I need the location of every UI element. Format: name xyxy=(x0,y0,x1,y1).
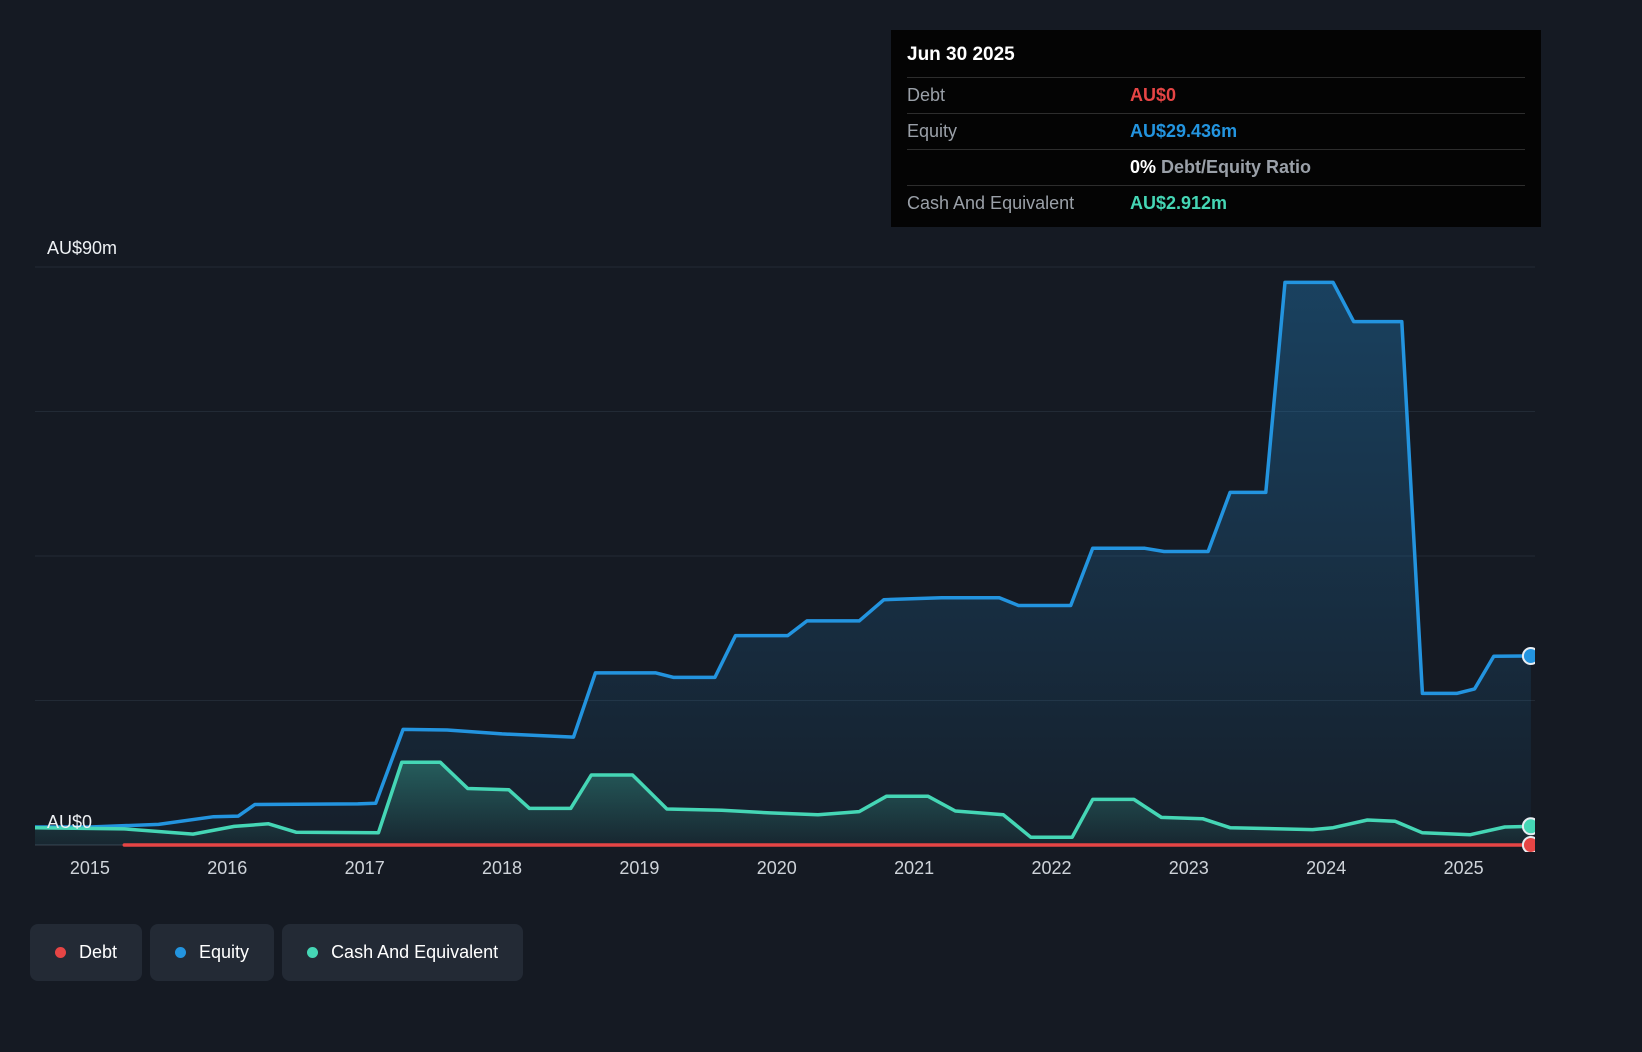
x-axis-tick-2022: 2022 xyxy=(1031,858,1072,878)
x-axis-tick-2024: 2024 xyxy=(1306,858,1347,878)
legend-item-equity[interactable]: Equity xyxy=(150,924,275,981)
tooltip-ratio-value: 0% xyxy=(1130,157,1157,177)
tooltip-ratio-label: Debt/Equity Ratio xyxy=(1161,157,1312,177)
x-axis-tick-2023: 2023 xyxy=(1168,858,1209,878)
tooltip-cash-value: AU$2.912m xyxy=(1130,193,1228,213)
equity-area xyxy=(35,282,1531,845)
debt-end-marker-icon xyxy=(1521,836,1535,852)
cash-legend-dot-icon xyxy=(307,947,319,958)
tooltip-row-equity: Equity AU$29.436m xyxy=(907,113,1525,149)
legend-item-debt[interactable]: Debt xyxy=(30,924,143,981)
tooltip-row-cash: Cash And Equivalent AU$2.912m xyxy=(907,185,1525,221)
legend-cash-label: Cash And Equivalent xyxy=(331,942,499,962)
chart-tooltip: Jun 30 2025 Debt AU$0 Equity AU$29.436m … xyxy=(891,30,1541,227)
legend-debt-label: Debt xyxy=(79,942,118,962)
tooltip-cash-label: Cash And Equivalent xyxy=(907,193,1075,213)
legend-item-cash[interactable]: Cash And Equivalent xyxy=(282,924,524,981)
x-axis-tick-2018: 2018 xyxy=(481,858,523,878)
y-axis-label-max: AU$90m xyxy=(47,238,118,258)
y-axis-label-zero: AU$0 xyxy=(47,812,93,832)
tooltip-row-ratio: 0% Debt/Equity Ratio xyxy=(907,149,1525,185)
tooltip-equity-value: AU$29.436m xyxy=(1130,121,1238,141)
tooltip-row-debt: Debt AU$0 xyxy=(907,77,1525,113)
x-axis-tick-2021: 2021 xyxy=(894,858,935,878)
tooltip-equity-label: Equity xyxy=(907,121,958,141)
x-axis-tick-2019: 2019 xyxy=(619,858,660,878)
x-axis-tick-2025: 2025 xyxy=(1443,858,1484,878)
x-axis-tick-2017: 2017 xyxy=(344,858,385,878)
equity-legend-dot-icon xyxy=(175,947,187,958)
x-axis-tick-2016: 2016 xyxy=(207,858,248,878)
tooltip-debt-label: Debt xyxy=(907,85,946,105)
debt-legend-dot-icon xyxy=(55,947,66,958)
legend-equity-label: Equity xyxy=(199,942,250,962)
cash-and-equivalent-end-marker-icon xyxy=(1521,817,1535,836)
tooltip-ratio: 0% Debt/Equity Ratio xyxy=(1130,157,1311,178)
debt-equity-history-chart[interactable] xyxy=(35,260,1535,852)
page-background: { "colors": { "background": "#151a23", "… xyxy=(0,0,1642,1052)
x-axis-tick-2020: 2020 xyxy=(756,858,797,878)
chart-legend: Debt Equity Cash And Equivalent xyxy=(30,924,524,981)
x-axis-tick-2015: 2015 xyxy=(69,858,110,878)
equity-end-marker-icon xyxy=(1521,647,1535,665)
x-axis: 2015 2016 2017 2018 2019 2020 2021 2022 2023 2024… xyxy=(35,858,1535,886)
tooltip-date: Jun 30 2025 xyxy=(907,44,1015,65)
tooltip-debt-value: AU$0 xyxy=(1130,85,1177,105)
